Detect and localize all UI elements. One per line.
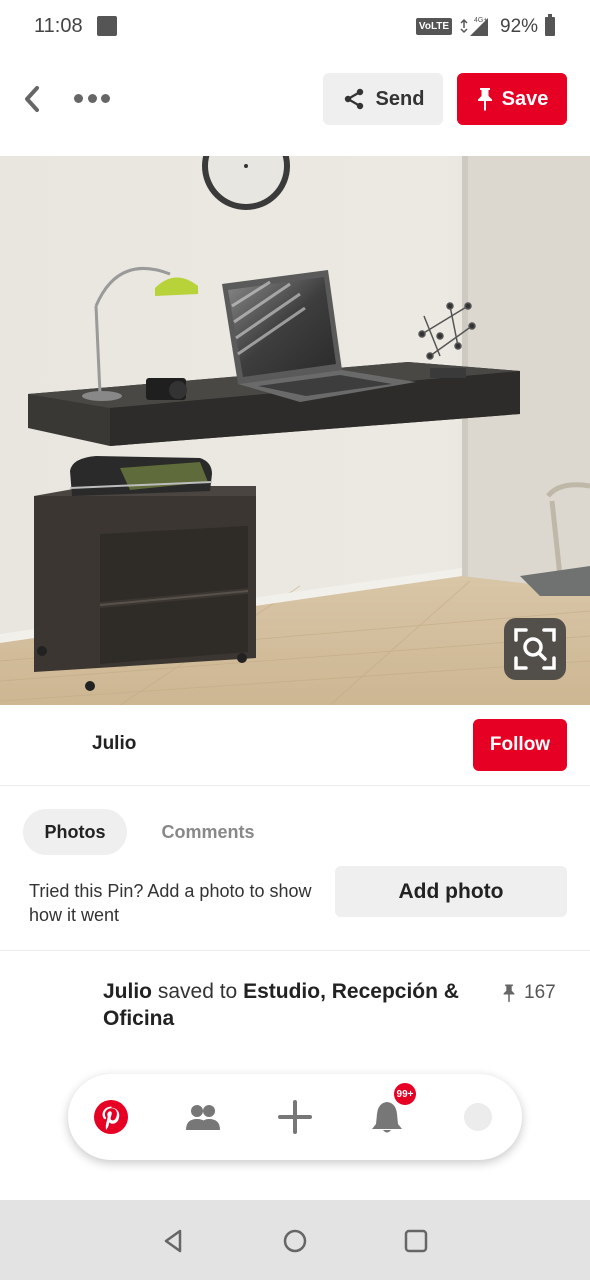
back-button[interactable] [16,80,50,118]
system-recents-button[interactable] [402,1227,430,1255]
create-plus-icon [278,1100,312,1134]
triangle-back-icon [164,1229,182,1253]
battery-level: 92% [500,16,539,37]
volte-indicator: VoLTE [416,18,452,35]
square-recents-icon [404,1229,428,1253]
pinterest-logo-icon [94,1100,128,1134]
save-button[interactable]: Save [457,73,567,125]
pin-image[interactable] [0,156,590,705]
pin-count: 167 [502,980,556,1006]
pin-icon [477,88,492,111]
save-label: Save [501,87,549,110]
send-button[interactable]: Send [323,73,443,125]
chevron-left-icon [25,86,39,112]
divider [0,785,590,786]
system-home-button[interactable] [281,1227,309,1255]
pin-icon [503,984,515,1003]
tried-pin-prompt: Tried this Pin? Add a photo to show how … [29,881,312,925]
profile-avatar[interactable] [464,1103,492,1131]
saved-to-board-text: Julio saved to Estudio, Recepción & Ofic… [103,978,483,1032]
nav-following[interactable] [181,1095,225,1139]
send-label: Send [375,87,425,110]
divider [0,950,590,951]
visual-search-icon [514,628,556,670]
saved-verb: saved to [152,980,244,1003]
pin-count-value: 167 [524,982,556,1003]
nav-create[interactable] [273,1095,317,1139]
signal-icon: 4G+ [460,14,490,38]
add-photo-button[interactable]: Add photo [335,866,567,917]
status-bar: 11:08 VoLTE 4G+ 92% [0,0,590,56]
notification-badge: 99+ [392,1081,418,1107]
network-type: 4G+ [474,17,487,24]
more-options-button[interactable] [70,82,114,114]
system-navigation-bar [0,1200,590,1280]
notification-app-icon [97,16,117,36]
share-icon [344,88,363,110]
more-dot [101,93,110,103]
system-back-button[interactable] [160,1227,188,1255]
bottom-nav: 99+ [68,1074,522,1160]
tab-comments[interactable]: Comments [145,809,271,855]
circle-home-icon [283,1229,307,1253]
more-dot [74,93,83,103]
more-dot [87,93,97,103]
visual-search-button[interactable] [504,618,566,680]
tab-photos[interactable]: Photos [23,809,127,855]
status-time: 11:08 [34,15,83,37]
following-icon [186,1105,220,1130]
saved-user[interactable]: Julio [103,980,152,1003]
creator-name[interactable]: Julio [92,733,136,755]
battery-icon [545,14,555,36]
follow-button[interactable]: Follow [473,719,567,771]
nav-home[interactable] [89,1095,133,1139]
